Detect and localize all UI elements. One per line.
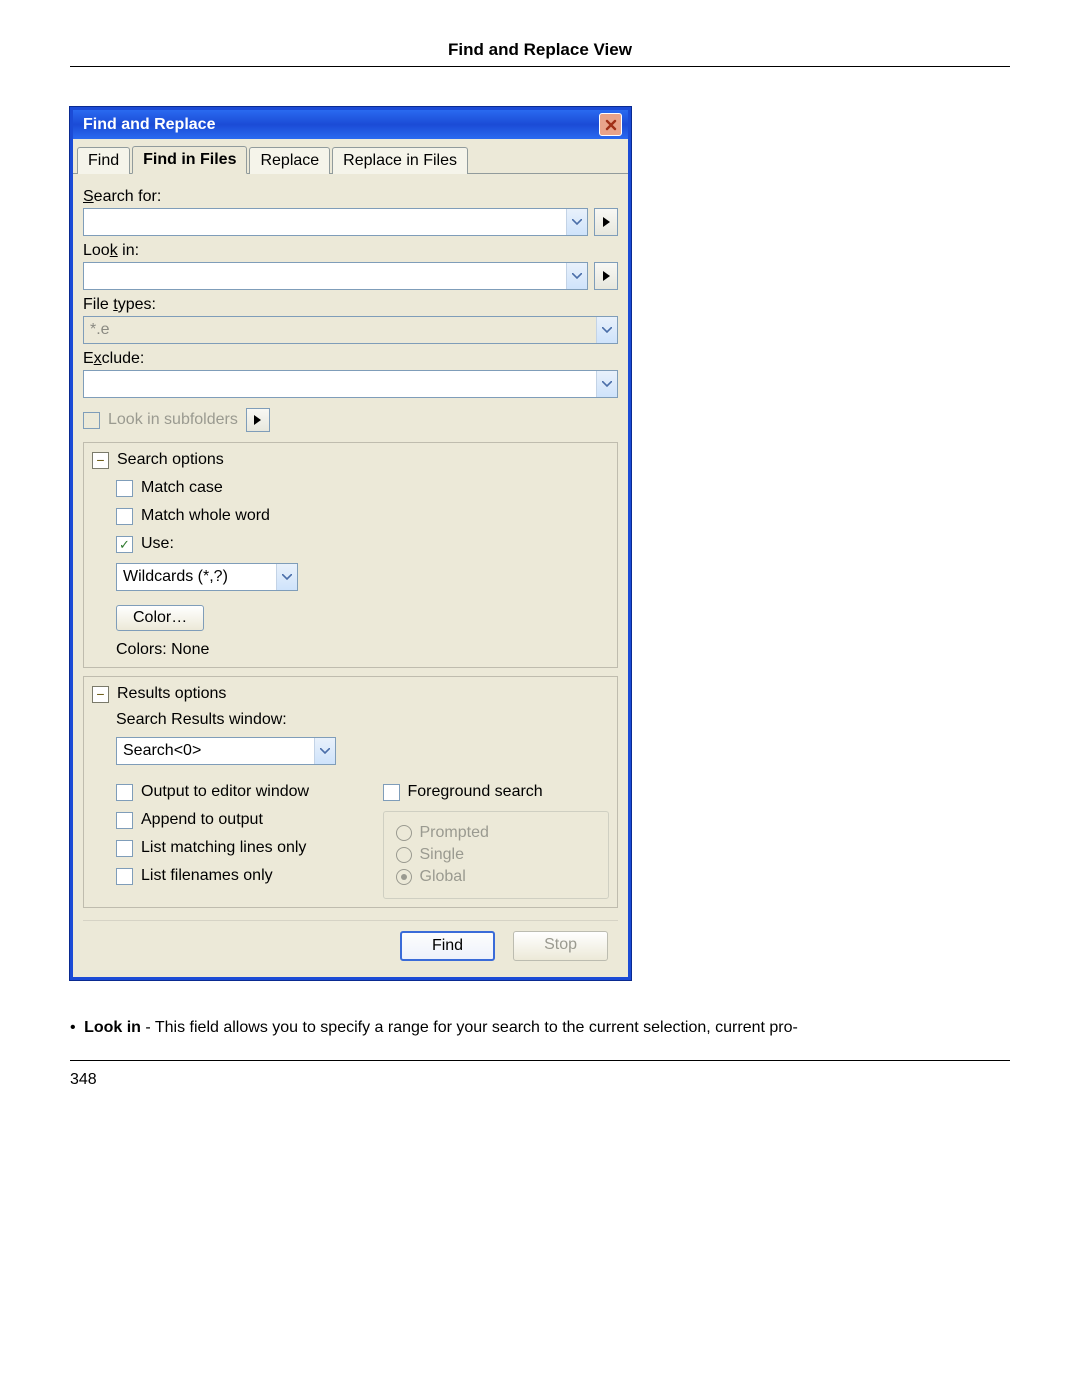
exclude-dropdown[interactable] (596, 371, 617, 397)
triangle-right-icon (603, 217, 610, 227)
note-bold: Look in (84, 1019, 141, 1036)
exclude-input[interactable] (84, 371, 596, 397)
results-window-select[interactable]: Search<0> (116, 737, 336, 765)
file-types-label: File types: (83, 296, 618, 314)
radio-prompted-label: Prompted (420, 824, 489, 842)
stop-button[interactable]: Stop (513, 931, 608, 961)
chevron-down-icon (320, 748, 330, 754)
chevron-down-icon (602, 381, 612, 387)
collapse-icon: − (92, 686, 109, 703)
foreground-checkbox[interactable] (383, 784, 400, 801)
page-header: Find and Replace View (70, 40, 1010, 67)
look-in-options-button[interactable] (594, 262, 618, 290)
match-whole-label: Match whole word (141, 507, 270, 525)
color-button[interactable]: Color… (116, 605, 204, 631)
look-subfolders-label: Look in subfolders (108, 411, 238, 429)
search-options-section: − Search options Match case Match whole … (83, 442, 618, 668)
append-label: Append to output (141, 811, 263, 829)
tab-find-in-files[interactable]: Find in Files (132, 146, 247, 174)
use-checkbox[interactable] (116, 536, 133, 553)
search-for-options-button[interactable] (594, 208, 618, 236)
results-options-toggle[interactable]: − Results options (92, 685, 609, 703)
matching-lines-checkbox[interactable] (116, 840, 133, 857)
close-icon (605, 119, 617, 131)
find-replace-window: Find and Replace Find Find in Files Repl… (70, 107, 631, 980)
results-options-title: Results options (117, 685, 226, 703)
use-select[interactable]: Wildcards (*,?) (116, 563, 298, 591)
dialog-footer: Find Stop (83, 920, 618, 967)
search-options-title: Search options (117, 451, 224, 469)
collapse-icon: − (92, 452, 109, 469)
doc-note: • Look in - This field allows you to spe… (70, 1016, 1010, 1040)
results-window-value: Search<0> (117, 738, 314, 764)
look-in-dropdown[interactable] (566, 263, 587, 289)
match-case-label: Match case (141, 479, 223, 497)
match-whole-checkbox[interactable] (116, 508, 133, 525)
page-number: 348 (70, 1060, 1010, 1089)
search-options-toggle[interactable]: − Search options (92, 451, 609, 469)
search-for-dropdown[interactable] (566, 209, 587, 235)
close-button[interactable] (599, 113, 622, 136)
window-title: Find and Replace (83, 116, 215, 134)
radio-single-label: Single (420, 846, 464, 864)
tab-find[interactable]: Find (77, 147, 130, 174)
results-window-dropdown[interactable] (314, 738, 335, 764)
find-button[interactable]: Find (400, 931, 495, 961)
use-select-dropdown[interactable] (276, 564, 297, 590)
search-for-combo[interactable] (83, 208, 588, 236)
radio-prompted[interactable] (396, 825, 412, 841)
append-checkbox[interactable] (116, 812, 133, 829)
chevron-down-icon (282, 574, 292, 580)
chevron-down-icon (572, 273, 582, 279)
foreground-label: Foreground search (408, 783, 543, 801)
look-in-label: Look in: (83, 242, 618, 260)
look-subfolders-checkbox[interactable] (83, 412, 100, 429)
triangle-right-icon (603, 271, 610, 281)
use-label: Use: (141, 535, 174, 553)
tab-replace-in-files[interactable]: Replace in Files (332, 147, 468, 174)
chevron-down-icon (572, 219, 582, 225)
exclude-label: Exclude: (83, 350, 618, 368)
radio-single[interactable] (396, 847, 412, 863)
look-in-combo[interactable] (83, 262, 588, 290)
output-editor-checkbox[interactable] (116, 784, 133, 801)
file-types-combo[interactable] (83, 316, 618, 344)
look-in-input[interactable] (84, 263, 566, 289)
results-window-label: Search Results window: (116, 711, 609, 729)
tab-replace[interactable]: Replace (249, 147, 330, 174)
exclude-combo[interactable] (83, 370, 618, 398)
match-case-checkbox[interactable] (116, 480, 133, 497)
use-select-value: Wildcards (*,?) (117, 564, 276, 590)
look-subfolders-options-button[interactable] (246, 408, 270, 432)
output-editor-label: Output to editor window (141, 783, 309, 801)
radio-global-label: Global (420, 868, 466, 886)
tabstrip: Find Find in Files Replace Replace in Fi… (73, 139, 628, 174)
titlebar: Find and Replace (73, 110, 628, 139)
search-for-label: Search for: (83, 188, 618, 206)
note-text: - This field allows you to specify a ran… (141, 1019, 798, 1036)
file-types-input[interactable] (84, 317, 596, 343)
search-for-input[interactable] (84, 209, 566, 235)
search-scope-radios: Prompted Single Global (383, 811, 610, 899)
matching-lines-label: List matching lines only (141, 839, 306, 857)
radio-global[interactable] (396, 869, 412, 885)
triangle-right-icon (254, 415, 261, 425)
filenames-only-checkbox[interactable] (116, 868, 133, 885)
filenames-only-label: List filenames only (141, 867, 273, 885)
colors-label: Colors: None (116, 641, 609, 659)
chevron-down-icon (602, 327, 612, 333)
file-types-dropdown[interactable] (596, 317, 617, 343)
results-options-section: − Results options Search Results window:… (83, 676, 618, 908)
